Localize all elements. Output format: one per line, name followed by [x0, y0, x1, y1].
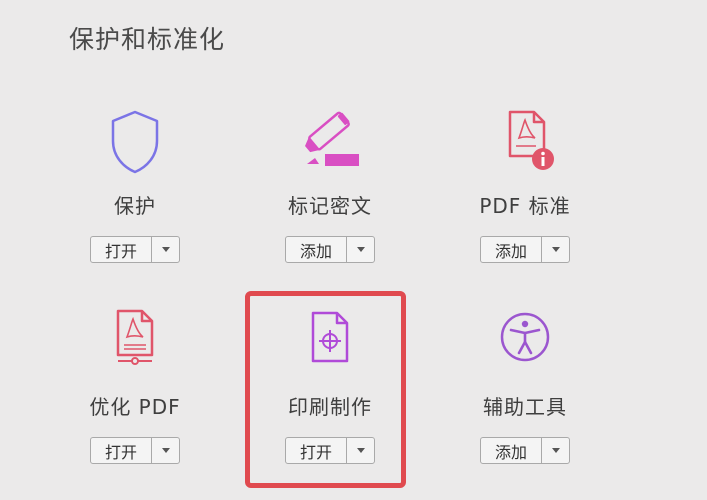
tool-add-split-button[interactable]: 添加 [285, 236, 375, 263]
add-button[interactable]: 添加 [286, 237, 346, 262]
dropdown-button[interactable] [541, 438, 569, 463]
tool-accessibility[interactable]: 辅助工具 添加 [430, 309, 620, 500]
chevron-down-icon [551, 448, 560, 453]
add-button[interactable]: 添加 [481, 237, 541, 262]
tool-open-split-button[interactable]: 打开 [90, 236, 180, 263]
pdf-optimize-icon [100, 309, 170, 379]
open-button[interactable]: 打开 [91, 237, 151, 262]
tool-label: 保护 [114, 194, 156, 218]
tool-add-split-button[interactable]: 添加 [480, 437, 570, 464]
tool-label: 辅助工具 [483, 395, 567, 419]
shield-icon [100, 108, 170, 178]
tool-protect[interactable]: 保护 打开 [40, 108, 230, 308]
tool-add-split-button[interactable]: 添加 [480, 236, 570, 263]
tool-pdf-standards[interactable]: PDF 标准 添加 [430, 108, 620, 308]
tool-label: 标记密文 [288, 194, 372, 218]
chevron-down-icon [551, 247, 560, 252]
dropdown-button[interactable] [346, 237, 374, 262]
tool-label: 优化 PDF [89, 395, 181, 419]
section-title: 保护和标准化 [69, 25, 226, 54]
marker-icon [295, 108, 365, 178]
tool-label: PDF 标准 [479, 194, 571, 218]
tool-optimize-pdf[interactable]: 优化 PDF 打开 [40, 309, 230, 500]
chevron-down-icon [161, 247, 170, 252]
open-button[interactable]: 打开 [91, 438, 151, 463]
tool-open-split-button[interactable]: 打开 [90, 437, 180, 464]
chevron-down-icon [356, 247, 365, 252]
accessibility-icon [490, 309, 560, 379]
dropdown-button[interactable] [151, 237, 179, 262]
tools-page: 保护和标准化 保护 打开 标记密文 添加 PDF 标准 添加 优化 PDF 打开… [0, 0, 707, 500]
dropdown-button[interactable] [151, 438, 179, 463]
tool-redact[interactable]: 标记密文 添加 [235, 108, 425, 308]
add-button[interactable]: 添加 [481, 438, 541, 463]
pdf-info-icon [490, 108, 560, 178]
dropdown-button[interactable] [541, 237, 569, 262]
chevron-down-icon [161, 448, 170, 453]
highlight-box [245, 291, 406, 488]
